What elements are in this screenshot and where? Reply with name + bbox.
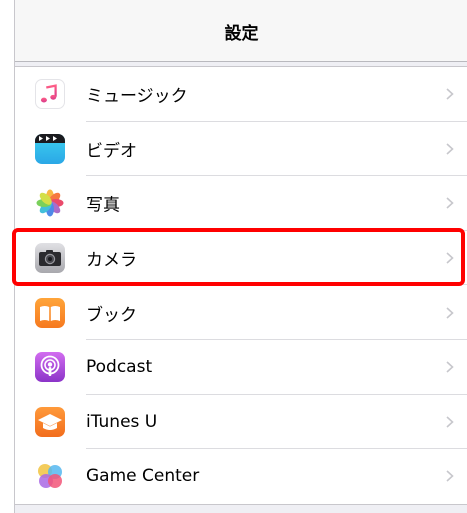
settings-item-label: カメラ xyxy=(86,250,137,271)
game-center-icon xyxy=(35,461,65,492)
page-title: 設定 xyxy=(224,24,259,44)
chevron-right-icon xyxy=(446,197,454,210)
settings-item-label: Game Center xyxy=(86,466,200,487)
settings-item-label: 写真 xyxy=(86,195,120,216)
chevron-right-icon xyxy=(446,143,454,155)
chevron-right-icon xyxy=(446,416,454,428)
settings-item-video[interactable]: ビデオ xyxy=(15,122,467,177)
settings-item-itunes-u[interactable]: iTunes U xyxy=(15,395,467,450)
chevron-right-icon xyxy=(446,252,454,264)
navigation-bar: 設定 xyxy=(15,0,467,62)
books-icon xyxy=(35,297,65,328)
settings-item-label: ミュージック xyxy=(86,86,188,107)
settings-item-books[interactable]: ブック xyxy=(15,285,467,340)
settings-item-label: Podcast xyxy=(86,357,153,378)
settings-item-game-center[interactable]: Game Center xyxy=(15,449,467,504)
chevron-right-icon xyxy=(446,88,454,100)
settings-item-camera[interactable]: カメラ xyxy=(15,231,467,286)
itunes-u-icon xyxy=(35,406,65,437)
settings-item-podcast[interactable]: Podcast xyxy=(15,340,467,395)
music-icon xyxy=(35,79,65,110)
settings-item-label: ブック xyxy=(86,305,137,326)
chevron-right-icon xyxy=(446,470,454,483)
settings-item-music[interactable]: ミュージック xyxy=(15,67,467,122)
settings-panel: 設定 ミュージック ビデオ 写真 カメラ ブック Podcast iTunes … xyxy=(14,0,467,513)
chevron-right-icon xyxy=(446,307,454,319)
photos-icon xyxy=(35,188,65,219)
settings-item-label: ビデオ xyxy=(86,141,137,162)
chevron-right-icon xyxy=(446,361,454,373)
camera-icon xyxy=(35,243,65,274)
settings-item-label: iTunes U xyxy=(86,411,158,432)
podcast-icon xyxy=(35,352,65,383)
settings-item-photos[interactable]: 写真 xyxy=(15,176,467,231)
settings-list: ミュージック ビデオ 写真 カメラ ブック Podcast iTunes U G… xyxy=(15,66,467,505)
video-icon xyxy=(35,133,65,164)
